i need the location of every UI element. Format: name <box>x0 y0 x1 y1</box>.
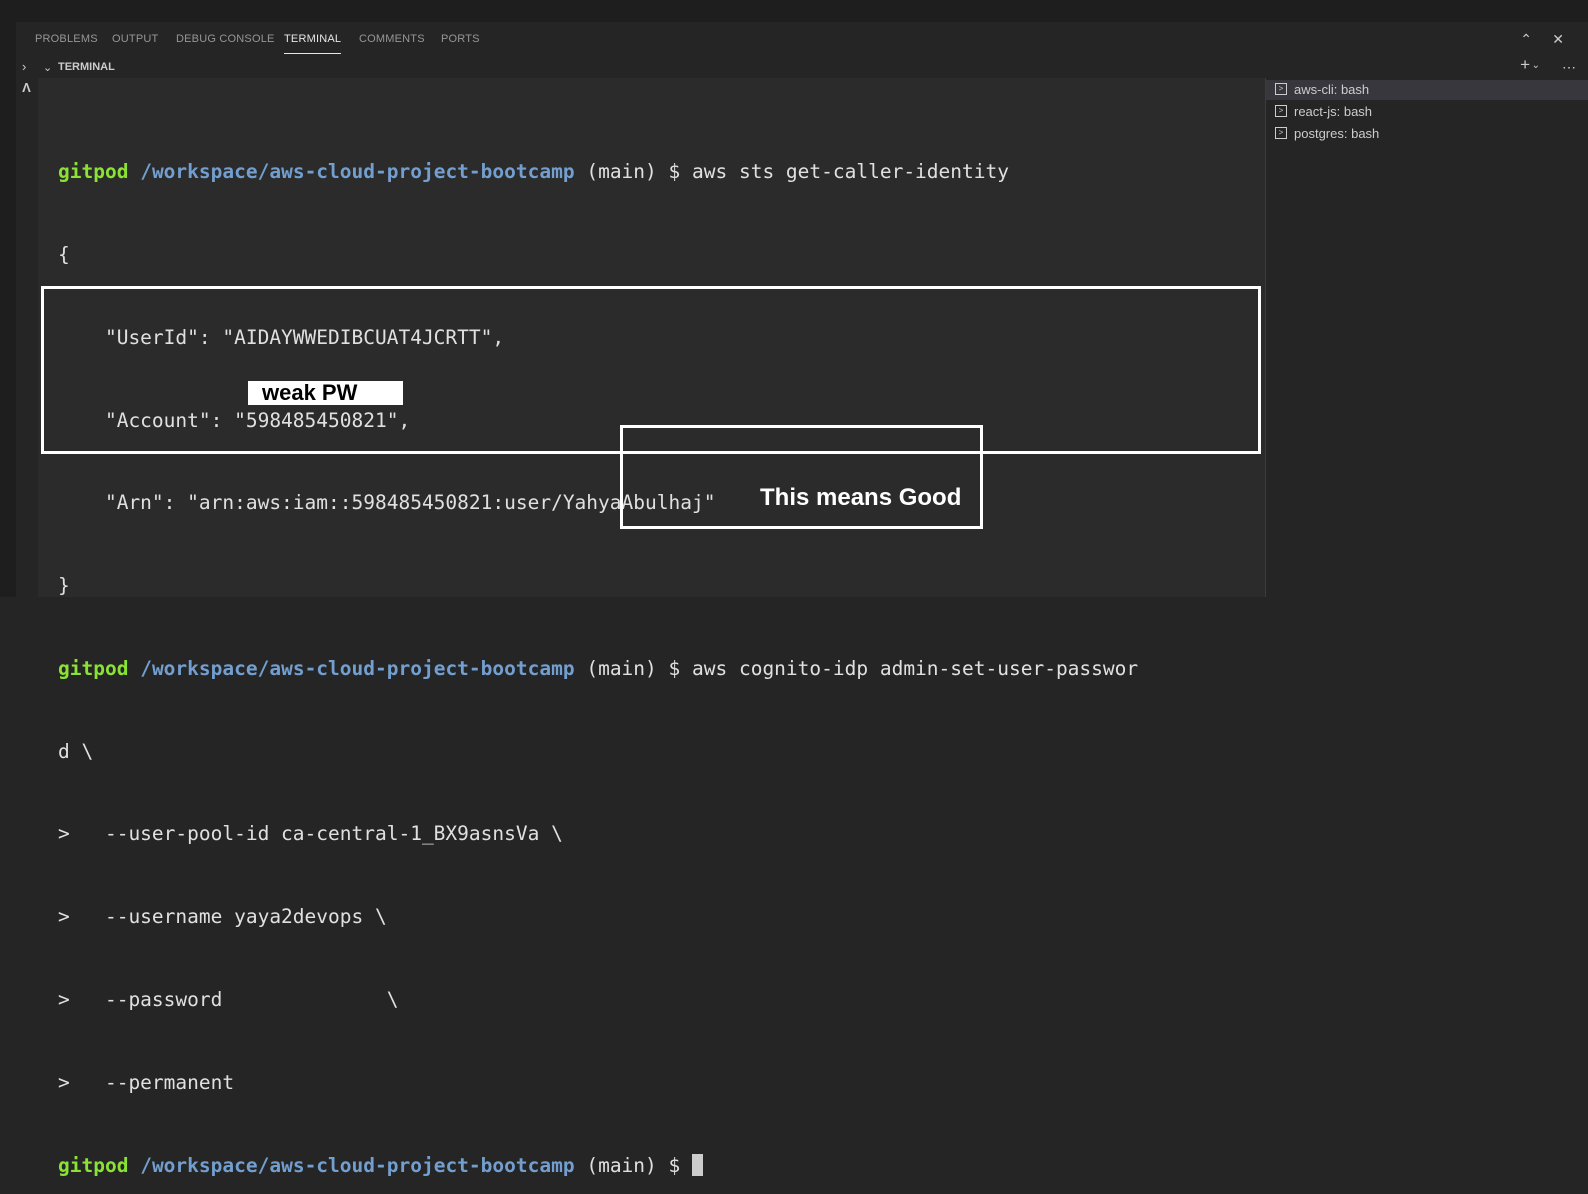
terminal-cursor <box>692 1153 703 1176</box>
close-panel-icon[interactable]: ✕ <box>1552 31 1564 48</box>
prompt-branch: (main) $ <box>574 160 692 184</box>
terminal-tab-label: react-js: bash <box>1294 104 1373 119</box>
terminal-line: { <box>58 242 70 266</box>
azure-icon[interactable]: Λ <box>19 80 34 95</box>
more-actions-ellipsis-icon[interactable]: ⋯ <box>1562 59 1576 76</box>
result-note: This means Good <box>760 484 962 511</box>
command-text: aws sts get-caller-identity <box>692 160 1009 184</box>
terminal-line: > --permanent <box>58 1070 235 1094</box>
terminal-line: d \ <box>58 739 94 763</box>
terminal-line: > --user-pool-id ca-central-1_BX9asnsVa … <box>58 822 563 846</box>
prompt-branch: (main) $ <box>574 1153 692 1177</box>
terminal-line: } <box>58 574 70 598</box>
chevron-down-icon[interactable]: ⌄ <box>43 61 52 74</box>
terminal-section-header: › ⌄ TERMINAL + ⌄ ⋯ <box>16 55 1588 78</box>
terminal-gutter: Λ <box>16 78 38 597</box>
terminal-tabs-list: > aws-cli: bash > react-js: bash > postg… <box>1266 78 1588 597</box>
panel-tab-bar: PROBLEMS OUTPUT DEBUG CONSOLE TERMINAL C… <box>16 22 1588 58</box>
terminal-tab-label: aws-cli: bash <box>1294 82 1370 97</box>
prompt-path: /workspace/aws-cloud-project-bootcamp <box>140 1153 575 1177</box>
result-highlight-box <box>620 425 983 529</box>
terminal-view[interactable]: gitpod /workspace/aws-cloud-project-boot… <box>38 78 1266 1177</box>
terminal-icon: > <box>1275 127 1287 139</box>
terminal-tab-label: postgres: bash <box>1294 126 1380 141</box>
terminal-output: gitpod /workspace/aws-cloud-project-boot… <box>58 103 1138 1194</box>
tab-ports[interactable]: PORTS <box>441 33 480 45</box>
terminal-tab-postgres[interactable]: > postgres: bash <box>1275 124 1575 144</box>
terminal-line: > --username yaya2devops \ <box>58 905 387 929</box>
editor-top-strip <box>0 0 1588 23</box>
tab-terminal[interactable]: TERMINAL <box>284 33 342 54</box>
prompt-user: gitpod <box>58 656 129 680</box>
chevron-right-icon[interactable]: › <box>22 59 26 74</box>
terminal-line: gitpod /workspace/aws-cloud-project-boot… <box>58 1152 1138 1180</box>
prompt-user: gitpod <box>58 1153 129 1177</box>
terminal-icon: > <box>1275 83 1287 95</box>
prompt-user: gitpod <box>58 160 129 184</box>
tab-comments[interactable]: COMMENTS <box>359 33 425 45</box>
command-text: aws cognito-idp admin-set-user-passwor <box>692 656 1139 680</box>
new-terminal-plus-icon[interactable]: + <box>1520 55 1530 75</box>
tab-debug-console[interactable]: DEBUG CONSOLE <box>176 33 275 45</box>
tab-output[interactable]: OUTPUT <box>112 33 158 45</box>
prompt-path: /workspace/aws-cloud-project-bootcamp <box>140 656 575 680</box>
maximize-panel-icon[interactable]: ⌃ <box>1520 31 1532 48</box>
terminal-icon: > <box>1275 105 1287 117</box>
terminal-line: gitpod /workspace/aws-cloud-project-boot… <box>58 655 1138 683</box>
section-title: TERMINAL <box>58 61 115 73</box>
activity-bar-edge <box>0 22 16 597</box>
prompt-path: /workspace/aws-cloud-project-bootcamp <box>140 160 575 184</box>
bottom-panel: PROBLEMS OUTPUT DEBUG CONSOLE TERMINAL C… <box>16 22 1588 1177</box>
terminal-tab-react-js[interactable]: > react-js: bash <box>1275 102 1575 122</box>
terminal-line: gitpod /workspace/aws-cloud-project-boot… <box>58 158 1138 186</box>
terminal-tab-aws-cli[interactable]: > aws-cli: bash <box>1266 80 1588 100</box>
terminal-line: > --password \ <box>58 988 399 1011</box>
prompt-branch: (main) $ <box>574 656 692 680</box>
launch-profile-chevron-down-icon[interactable]: ⌄ <box>1532 60 1540 71</box>
tab-problems[interactable]: PROBLEMS <box>35 33 98 45</box>
